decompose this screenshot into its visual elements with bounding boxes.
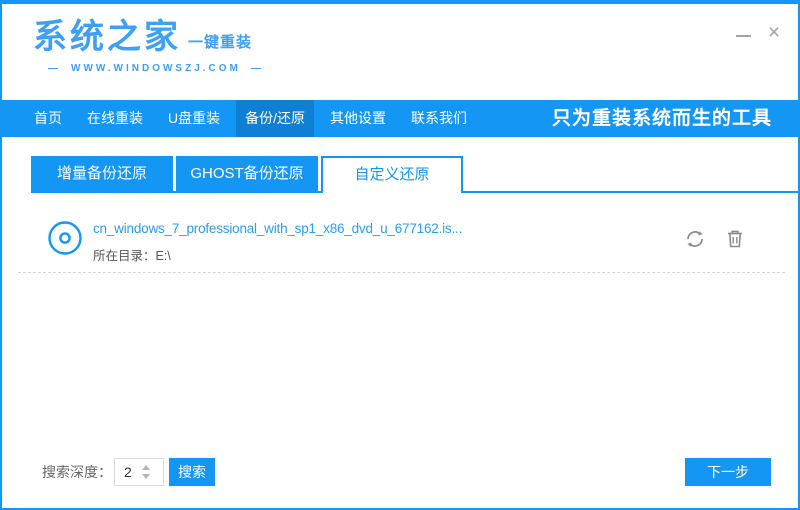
website-text: WWW.WINDOWSZJ.COM — [71, 63, 241, 74]
search-depth-stepper[interactable] — [114, 458, 164, 486]
nav-slogan: 只为重装系统而生的工具 — [551, 108, 772, 129]
tab-bar: 增量备份还原 GHOST备份还原 自定义还原 — [31, 156, 798, 193]
tab-ghost-backup-restore[interactable]: GHOST备份还原 — [176, 156, 318, 191]
tab-incremental-backup-restore[interactable]: 增量备份还原 — [31, 156, 173, 191]
dash-left: — — [48, 63, 61, 74]
disc-icon — [48, 221, 82, 255]
file-name-link[interactable]: cn_windows_7_professional_with_sp1_x86_d… — [93, 221, 462, 236]
logo-website: — WWW.WINDOWSZJ.COM — — [38, 63, 274, 74]
nav-item-usb-reinstall[interactable]: U盘重装 — [159, 100, 229, 137]
refresh-icon[interactable] — [684, 228, 706, 250]
stepper-arrows[interactable] — [142, 465, 150, 479]
trash-icon[interactable] — [724, 228, 746, 250]
search-button[interactable]: 搜索 — [169, 458, 215, 486]
close-icon[interactable]: × — [763, 22, 785, 44]
logo-title: 系统之家 — [33, 18, 181, 56]
app-logo: 系统之家 一键重装 — WWW.WINDOWSZJ.COM — — [33, 18, 274, 74]
logo-subtitle: 一键重装 — [188, 34, 253, 51]
next-step-button[interactable]: 下一步 — [685, 458, 771, 486]
stepper-down-icon[interactable] — [142, 474, 150, 479]
nav-item-other-settings[interactable]: 其他设置 — [321, 100, 395, 137]
list-divider — [18, 272, 785, 273]
nav-item-online-reinstall[interactable]: 在线重装 — [78, 100, 152, 137]
tab-custom-restore[interactable]: 自定义还原 — [321, 156, 463, 193]
nav-item-contact-us[interactable]: 联系我们 — [402, 100, 476, 137]
nav-item-home[interactable]: 首页 — [25, 100, 71, 137]
app-window: 系统之家 一键重装 — WWW.WINDOWSZJ.COM — × 首页 在线重… — [0, 0, 800, 510]
dash-right: — — [250, 63, 264, 74]
stepper-up-icon[interactable] — [142, 465, 150, 470]
file-directory-label: 所在目录：E:\ — [93, 249, 171, 263]
search-depth-input[interactable] — [115, 464, 141, 480]
nav-item-backup-restore[interactable]: 备份/还原 — [236, 100, 315, 137]
search-depth-controls: 搜索深度： 搜索 — [42, 458, 215, 486]
main-nav: 首页 在线重装 U盘重装 备份/还原 其他设置 联系我们 只为重装系统而生的工具 — [2, 100, 798, 137]
minimize-icon[interactable] — [736, 35, 751, 37]
search-depth-label: 搜索深度： — [42, 464, 112, 480]
